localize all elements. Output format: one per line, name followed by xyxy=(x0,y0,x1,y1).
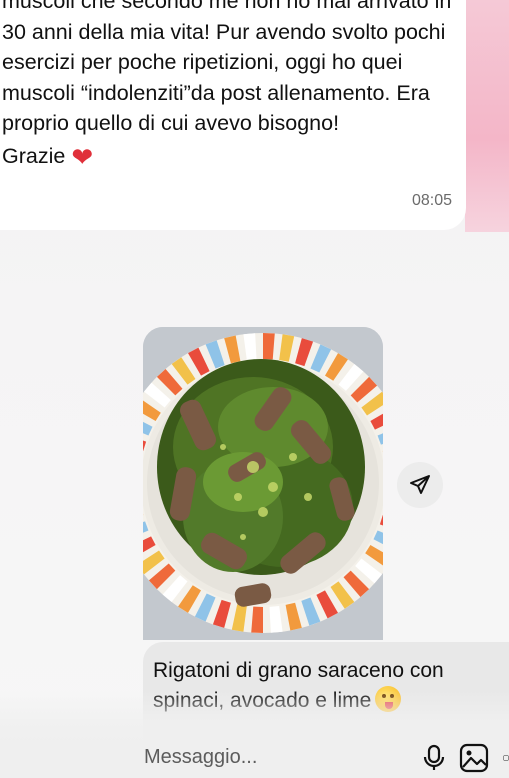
chat-thread: muscoli che secondo me non ho mai arriva… xyxy=(0,0,509,778)
side-accent xyxy=(465,0,509,232)
sticker-icon xyxy=(503,754,509,761)
message-composer xyxy=(128,737,509,778)
image-icon xyxy=(459,743,489,772)
sticker-button[interactable] xyxy=(503,738,509,778)
incoming-message-bubble[interactable]: muscoli che secondo me non ho mai arriva… xyxy=(0,0,466,230)
plate-stripe xyxy=(263,333,275,360)
food-photo-image xyxy=(143,327,383,640)
gallery-button[interactable] xyxy=(459,738,489,778)
incoming-message-text: muscoli che secondo me non ho mai arriva… xyxy=(2,0,460,172)
voice-message-button[interactable] xyxy=(423,738,445,778)
plate-stripe xyxy=(251,606,263,633)
shared-food-photo[interactable] xyxy=(143,327,383,640)
red-heart-icon: ❤ xyxy=(71,141,94,172)
incoming-message-body: muscoli che secondo me non ho mai arriva… xyxy=(2,0,452,168)
paper-plane-icon xyxy=(410,475,430,494)
message-timestamp: 08:05 xyxy=(411,192,452,209)
microphone-icon xyxy=(423,744,445,770)
share-button[interactable] xyxy=(397,462,443,508)
message-input[interactable] xyxy=(128,737,409,778)
